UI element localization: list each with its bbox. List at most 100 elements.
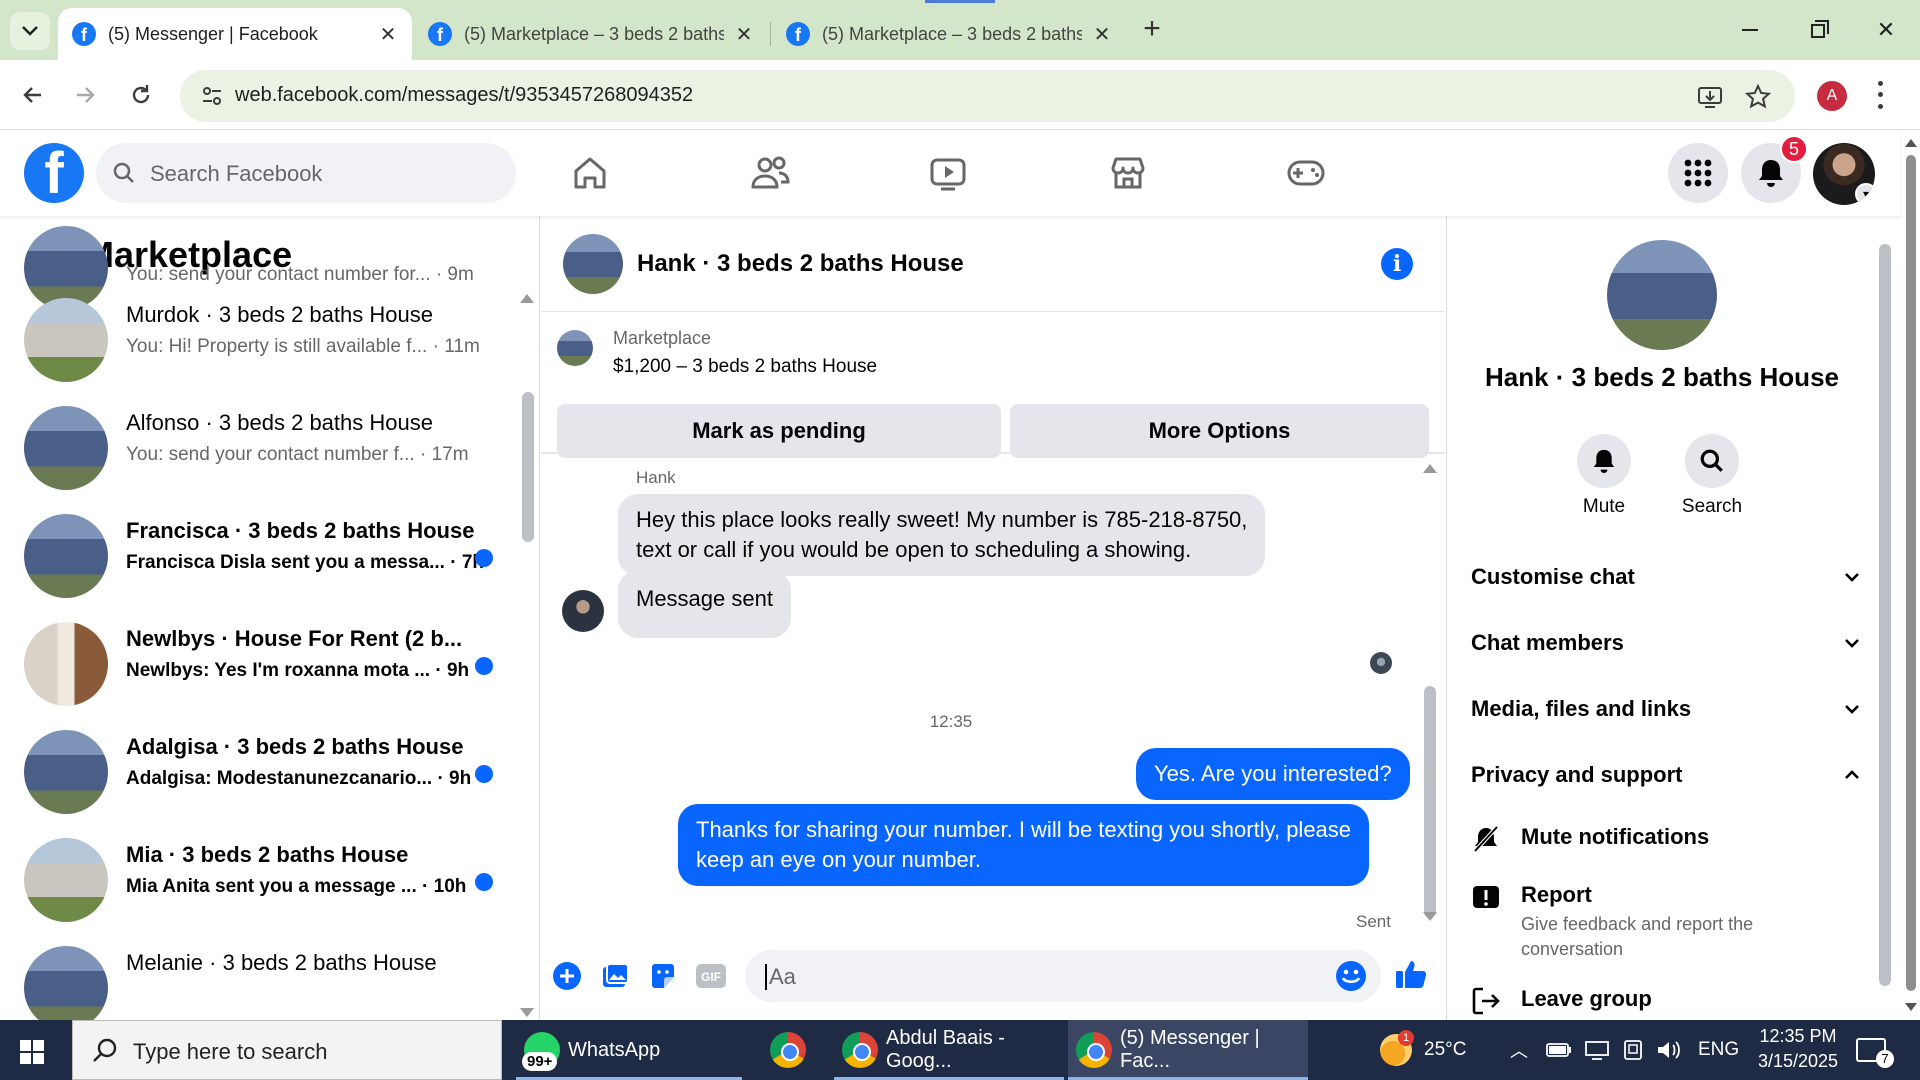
section-customise-chat[interactable]: Customise chat [1471, 552, 1861, 602]
taskbar-app-chrome-profile[interactable]: Abdul Baais - Goog... [834, 1020, 1064, 1080]
taskbar-app-whatsapp[interactable]: WhatsApp [516, 1020, 742, 1080]
facebook-search-input[interactable]: Search Facebook [96, 143, 516, 203]
windows-start-icon[interactable] [20, 1040, 44, 1064]
install-app-icon[interactable] [1697, 84, 1723, 110]
scroll-up-arrow[interactable] [1423, 464, 1437, 473]
battery-icon[interactable] [1546, 1042, 1572, 1058]
mark-as-pending-button[interactable]: Mark as pending [557, 404, 1001, 458]
more-options-button[interactable]: More Options [1010, 404, 1429, 458]
report-option[interactable]: Report Give feedback and report the conv… [1471, 882, 1871, 962]
attach-photo-button[interactable] [599, 960, 631, 992]
nav-video[interactable] [926, 151, 970, 195]
forward-button[interactable] [64, 74, 106, 116]
message-bubble-outgoing[interactable]: Thanks for sharing your number. I will b… [678, 804, 1370, 886]
chat-name: Melanie · 3 beds 2 baths House [126, 950, 437, 975]
search-button-circle[interactable] [1685, 434, 1739, 488]
chat-item[interactable]: Alfonso · 3 beds 2 baths House You: send… [24, 392, 504, 492]
chat-item[interactable]: Newlbys · House For Rent (2 b... Newlbys… [24, 608, 504, 708]
close-window-button[interactable]: ✕ [1858, 10, 1914, 50]
chat-item[interactable]: Francisca · 3 beds 2 baths House Francis… [24, 500, 504, 600]
add-more-button[interactable] [551, 960, 583, 992]
thumbs-up-icon [1396, 961, 1427, 988]
taskbar-app-chrome[interactable] [762, 1020, 814, 1080]
tab-messenger[interactable]: f (5) Messenger | Facebook ✕ [58, 8, 412, 60]
address-bar[interactable]: web.facebook.com/messages/t/935345726809… [180, 70, 1795, 122]
nav-gaming[interactable] [1284, 151, 1328, 195]
restore-button[interactable] [1790, 10, 1846, 50]
thread-scrollbar[interactable] [1424, 686, 1436, 918]
section-chat-members[interactable]: Chat members [1471, 618, 1861, 668]
browser-menu-icon[interactable] [1875, 78, 1885, 112]
reload-button[interactable] [120, 74, 162, 116]
message-bubble-incoming[interactable]: Message sent [618, 570, 791, 638]
taskbar-clock[interactable]: 12:35 PM 3/15/2025 [1748, 1024, 1848, 1074]
message-text: keep an eye on your number. [696, 847, 981, 872]
gif-button[interactable]: GIF [695, 960, 727, 992]
message-bubble-incoming[interactable]: Hey this place looks really sweet! My nu… [618, 494, 1266, 576]
message-bubble-outgoing[interactable]: Yes. Are you interested? [1136, 748, 1410, 800]
conversation-title[interactable]: Hank · 3 beds 2 baths House [637, 250, 964, 278]
conversation-panel: Hank · 3 beds 2 baths House i Marketplac… [541, 216, 1445, 1020]
emoji-icon[interactable] [1335, 960, 1367, 992]
menu-button[interactable] [1668, 143, 1728, 203]
nav-marketplace[interactable] [1106, 151, 1150, 195]
chat-list-scrollbar[interactable] [522, 392, 534, 542]
nav-home[interactable] [568, 151, 612, 195]
message-text: text or call if you would be open to sch… [636, 537, 1192, 562]
back-button[interactable] [12, 74, 54, 116]
listing-thumbnail[interactable] [557, 330, 593, 366]
sticker-button[interactable] [647, 960, 679, 992]
scroll-down-arrow[interactable] [1423, 912, 1437, 921]
page-scrollbar[interactable] [1902, 131, 1920, 1020]
new-tab-button[interactable]: + [1135, 12, 1169, 46]
message-input[interactable]: Aa [745, 950, 1381, 1002]
taskbar-app-messenger[interactable]: (5) Messenger | Fac... [1068, 1020, 1308, 1080]
scroll-up-arrow[interactable] [1905, 139, 1917, 147]
sender-avatar[interactable] [562, 590, 604, 632]
chat-item[interactable]: Adalgisa · 3 beds 2 baths House Adalgisa… [24, 716, 504, 816]
info-panel-scrollbar[interactable] [1879, 244, 1891, 986]
tab-search-button[interactable] [10, 12, 50, 50]
search-in-conversation-button[interactable]: Search [1667, 434, 1757, 518]
mute-notifications-option[interactable]: Mute notifications [1471, 824, 1871, 854]
weather-widget[interactable]: 1 25°C [1380, 1020, 1466, 1080]
mute-button[interactable]: Mute [1559, 434, 1649, 518]
tab-marketplace-2[interactable]: f (5) Marketplace – 3 beds 2 baths ✕ [772, 8, 1126, 60]
info-icon[interactable]: i [1381, 248, 1413, 280]
close-icon[interactable]: ✕ [1092, 22, 1112, 47]
chat-item[interactable]: Melanie · 3 beds 2 baths House [24, 932, 504, 1020]
chat-info-avatar[interactable] [1607, 240, 1717, 350]
scroll-down-arrow[interactable] [520, 1008, 534, 1017]
close-icon[interactable]: ✕ [378, 22, 398, 47]
account-avatar[interactable]: ▾ [1813, 143, 1875, 205]
browser-toolbar: web.facebook.com/messages/t/935345726809… [0, 60, 1920, 130]
star-icon[interactable] [1745, 84, 1771, 110]
mute-button-circle[interactable] [1577, 434, 1631, 488]
volume-icon[interactable] [1656, 1039, 1682, 1061]
tab-indicator [925, 0, 995, 3]
input-language[interactable]: ENG [1698, 1039, 1739, 1061]
taskbar-search-input[interactable]: Type here to search [72, 1020, 502, 1080]
chat-item[interactable]: Murdok · 3 beds 2 baths House You: Hi! P… [24, 284, 504, 384]
tab-marketplace-1[interactable]: f (5) Marketplace – 3 beds 2 baths ✕ [414, 8, 768, 60]
browser-profile-avatar[interactable]: A [1817, 81, 1847, 111]
site-settings-icon[interactable] [200, 84, 224, 108]
minimize-button[interactable] [1722, 10, 1778, 50]
chevron-up-icon[interactable]: ︿ [1510, 1037, 1528, 1063]
scroll-up-arrow[interactable] [520, 294, 534, 303]
listing-title[interactable]: $1,200 – 3 beds 2 baths House [613, 356, 877, 378]
facebook-logo[interactable]: f [24, 143, 84, 203]
chat-item[interactable]: Mia · 3 beds 2 baths House Mia Anita sen… [24, 824, 504, 924]
network-icon[interactable] [1584, 1039, 1610, 1061]
device-icon[interactable] [1622, 1039, 1644, 1061]
scrollbar-thumb[interactable] [1906, 155, 1916, 991]
scroll-down-arrow[interactable] [1905, 1003, 1917, 1011]
nav-friends[interactable] [748, 151, 792, 195]
bell-icon [1759, 160, 1783, 187]
conversation-avatar[interactable] [563, 234, 623, 294]
section-media-files-links[interactable]: Media, files and links [1471, 684, 1861, 734]
send-like-button[interactable] [1393, 956, 1429, 992]
leave-group-option[interactable]: Leave group [1471, 986, 1871, 1016]
section-privacy-support[interactable]: Privacy and support [1471, 750, 1861, 800]
close-icon[interactable]: ✕ [734, 22, 754, 47]
